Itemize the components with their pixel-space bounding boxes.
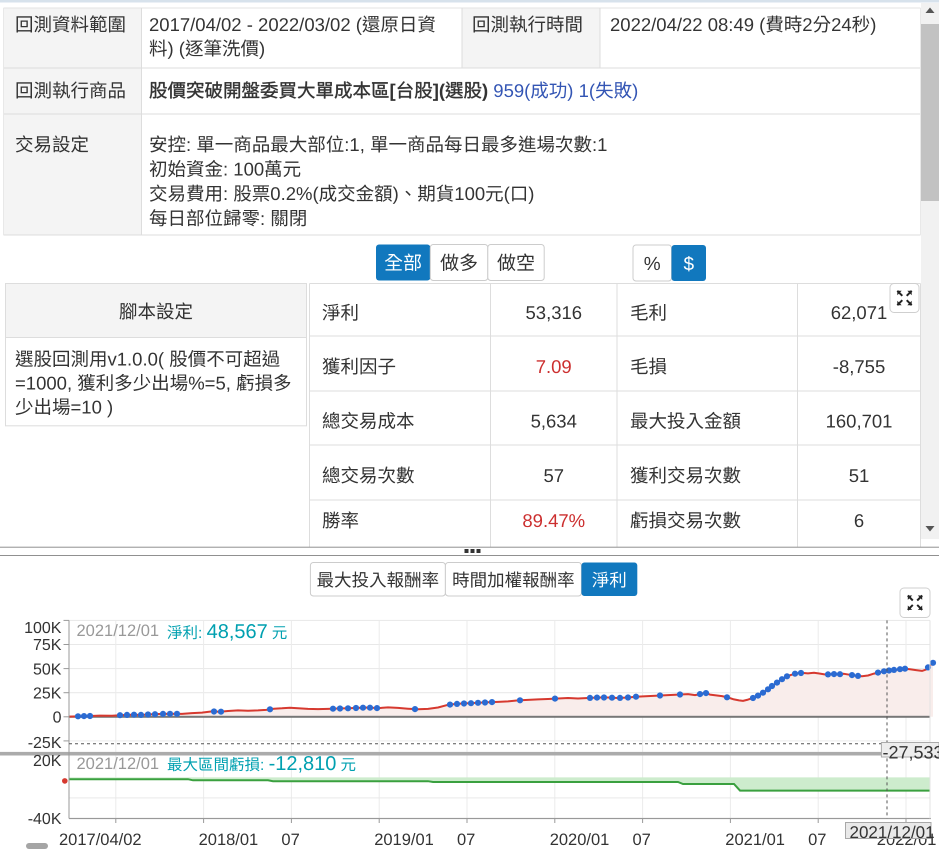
svg-text:160,701: 160,701 <box>826 411 893 432</box>
svg-text:89.47%: 89.47% <box>522 510 585 531</box>
svg-text:24: 24 <box>831 14 852 35</box>
svg-text:07: 07 <box>281 831 299 849</box>
svg-text:0.2%(: 0.2%( <box>270 183 319 204</box>
svg-text:0: 0 <box>53 710 62 727</box>
svg-text:959(: 959( <box>493 80 531 101</box>
svg-text:2021/01: 2021/01 <box>725 831 785 849</box>
svg-text:57: 57 <box>544 465 565 486</box>
svg-text:5,634: 5,634 <box>531 411 577 432</box>
svg-text:2020/01: 2020/01 <box>550 831 610 849</box>
svg-text::1,: :1, <box>344 134 370 155</box>
svg-text:25K: 25K <box>33 685 62 702</box>
svg-text::1: :1 <box>592 134 607 155</box>
svg-text:2021/12/01: 2021/12/01 <box>850 823 935 842</box>
svg-text:-25K: -25K <box>28 735 62 752</box>
svg-text:75K: 75K <box>33 637 62 654</box>
svg-text:=1000,: =1000, <box>15 373 77 394</box>
svg-text:48,567: 48,567 <box>207 621 268 643</box>
svg-text:2: 2 <box>802 14 812 35</box>
svg-text:2019/01: 2019/01 <box>374 831 434 849</box>
svg-text:07: 07 <box>633 831 651 849</box>
svg-text:-8,755: -8,755 <box>833 356 885 377</box>
svg-text:v1.0.0(: v1.0.0( <box>108 349 170 370</box>
svg-text::: : <box>186 134 196 155</box>
svg-text:07: 07 <box>808 831 826 849</box>
svg-text:): ) <box>528 183 534 204</box>
svg-text:-12,810: -12,810 <box>269 753 337 775</box>
svg-text::: : <box>223 183 233 204</box>
svg-text:) 1(: ) 1( <box>567 80 596 101</box>
svg-text:%: % <box>644 254 661 275</box>
svg-text:53,316: 53,316 <box>526 302 583 323</box>
svg-text:): ) <box>393 183 399 204</box>
svg-text:](: ]( <box>433 80 446 101</box>
svg-text::: : <box>198 625 207 642</box>
svg-text:100: 100 <box>454 183 485 204</box>
svg-text:[: [ <box>390 80 396 101</box>
svg-text:: 100: : 100 <box>223 159 264 180</box>
svg-text:): ) <box>482 80 493 101</box>
svg-text:7.09: 7.09 <box>536 356 572 377</box>
svg-text:(: ( <box>504 183 511 204</box>
svg-text:=10 ): =10 ) <box>71 397 114 418</box>
svg-text:62,071: 62,071 <box>831 302 888 323</box>
svg-text:51: 51 <box>849 465 870 486</box>
svg-text:-27,533: -27,533 <box>883 743 939 763</box>
svg-text:20K: 20K <box>33 753 62 770</box>
svg-text:07: 07 <box>457 831 475 849</box>
svg-text:) (: ) ( <box>168 38 186 59</box>
svg-text:6: 6 <box>854 510 864 531</box>
svg-text::: : <box>260 208 270 229</box>
svg-text:): ) <box>632 80 638 101</box>
svg-text:2021/12/01: 2021/12/01 <box>77 755 160 773</box>
svg-text:2018/01: 2018/01 <box>199 831 259 849</box>
svg-text:): ) <box>870 14 876 35</box>
svg-text:-40K: -40K <box>28 811 62 828</box>
svg-text:2017/04/02 - 2022/03/02 (: 2017/04/02 - 2022/03/02 ( <box>149 14 363 35</box>
svg-text:%=5,: %=5, <box>188 373 236 394</box>
svg-text:): ) <box>259 38 265 59</box>
svg-text:50K: 50K <box>33 661 62 678</box>
svg-text:$: $ <box>684 254 695 275</box>
svg-text::: : <box>260 757 269 774</box>
svg-text:2017/04/02: 2017/04/02 <box>59 831 142 849</box>
svg-text:2021/12/01: 2021/12/01 <box>77 622 160 640</box>
svg-text:2022/04/22 08:49 (: 2022/04/22 08:49 ( <box>610 14 766 35</box>
svg-text:100K: 100K <box>24 620 62 637</box>
